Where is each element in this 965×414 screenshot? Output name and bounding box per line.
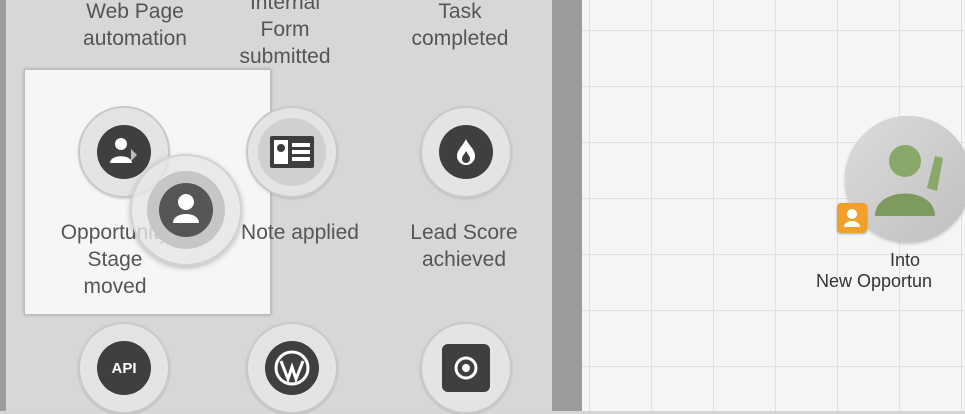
panel-divider[interactable] bbox=[552, 0, 582, 411]
flame-icon bbox=[439, 125, 493, 179]
label-web-page-automation[interactable]: Web Page automation bbox=[60, 0, 210, 52]
contact-badge-icon bbox=[837, 203, 867, 233]
wordpress-trigger[interactable] bbox=[246, 322, 338, 414]
note-applied-trigger[interactable] bbox=[246, 106, 338, 198]
api-icon: API bbox=[97, 341, 151, 395]
target-icon bbox=[442, 344, 490, 392]
target-trigger[interactable] bbox=[420, 322, 512, 414]
label-lead-score-achieved[interactable]: Lead Score achieved bbox=[389, 219, 539, 273]
wordpress-icon bbox=[265, 341, 319, 395]
opportunity-stage-icon bbox=[97, 125, 151, 179]
label-note-applied[interactable]: Note applied bbox=[225, 219, 375, 246]
lead-score-trigger[interactable] bbox=[420, 106, 512, 198]
drag-ghost-contact[interactable] bbox=[130, 154, 242, 266]
contact-icon bbox=[173, 194, 199, 223]
api-trigger[interactable]: API bbox=[78, 322, 170, 414]
node-label: Into New Opportun bbox=[816, 250, 933, 291]
note-card-icon bbox=[270, 136, 314, 168]
label-task-completed[interactable]: Task completed bbox=[385, 0, 535, 52]
label-internal-form-submitted[interactable]: Internal Form submitted bbox=[220, 0, 350, 70]
